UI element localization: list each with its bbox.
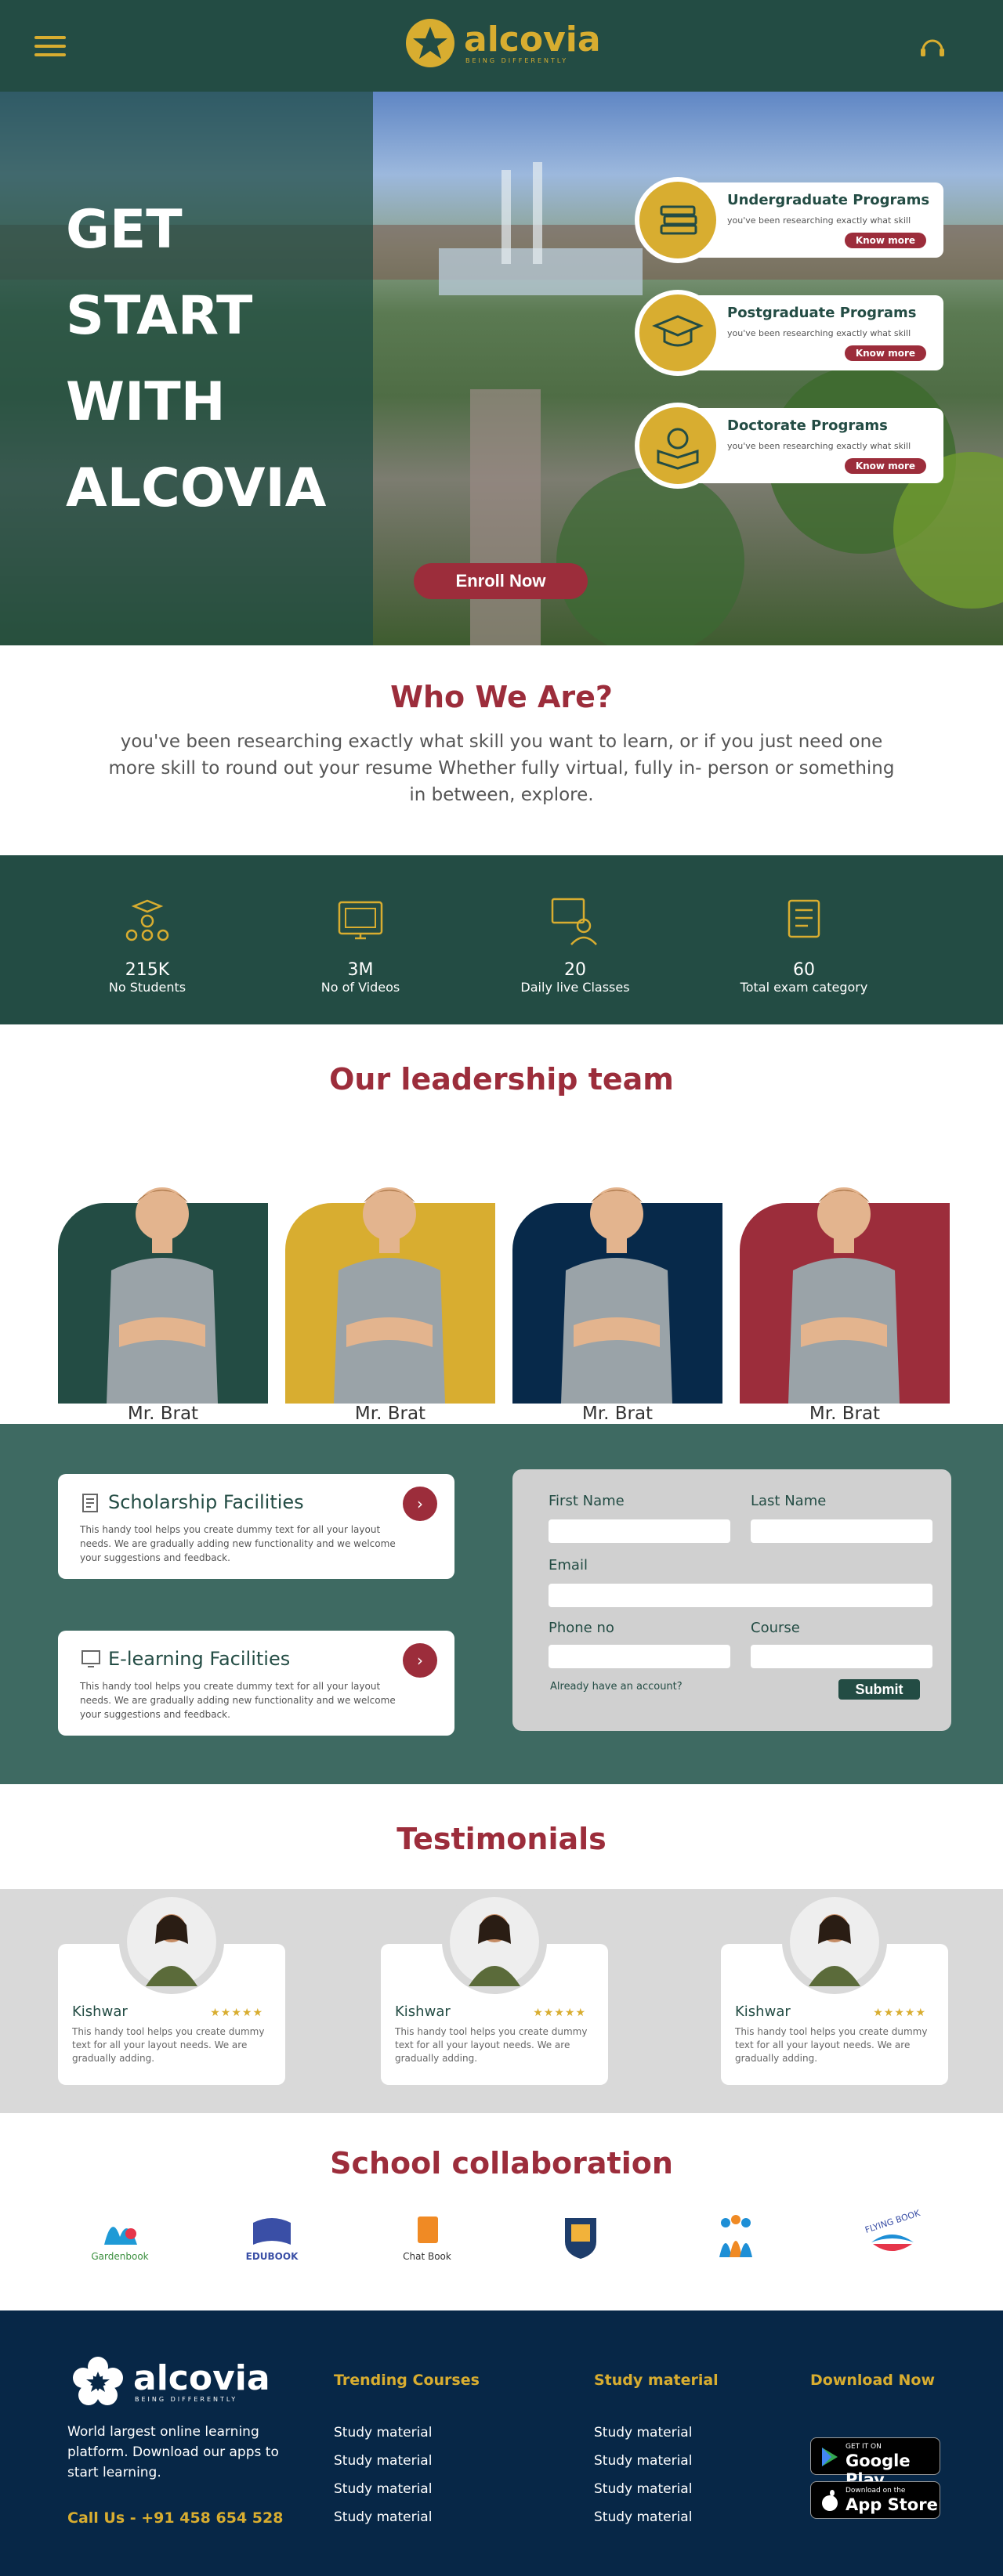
- program-card-doctorate[interactable]: Doctorate Programs you've been researchi…: [682, 408, 943, 483]
- graduation-cap-icon: [635, 290, 721, 376]
- video-monitor-icon: [338, 901, 383, 940]
- program-card-undergraduate[interactable]: Undergraduate Programs you've been resea…: [682, 182, 943, 258]
- footer-link[interactable]: Study material: [594, 2481, 692, 2497]
- submit-button[interactable]: Submit: [838, 1679, 920, 1700]
- testimonial-avatar: [119, 1889, 224, 1994]
- phone-field[interactable]: [549, 1645, 730, 1668]
- who-we-are-section: Who We Are? you've been researching exac…: [0, 645, 1003, 855]
- stat-videos: 3M No of Videos: [266, 894, 454, 995]
- last-name-field[interactable]: [751, 1519, 932, 1543]
- login-link[interactable]: Already have an account?: [550, 1681, 683, 1693]
- stats-section: 215K No Students 3M No of Videos 20 Daily l…: [0, 855, 1003, 1024]
- who-text: you've been researching exactly what ski…: [108, 732, 895, 805]
- team-member-photo: [788, 1187, 900, 1404]
- team-member-card[interactable]: Mr. BratCloud Engineer: [58, 1136, 268, 1446]
- facility-card-elearning[interactable]: E-learning Facilities This handy tool he…: [58, 1631, 454, 1736]
- email-field[interactable]: [549, 1584, 932, 1607]
- star-logo-icon: [406, 19, 454, 67]
- enquiry-form: First Name Last Name Email Phone no Cour…: [512, 1469, 951, 1731]
- google-play-icon: [822, 2448, 838, 2466]
- footer-link[interactable]: Study material: [334, 2453, 432, 2469]
- section-title: Who We Are?: [390, 680, 613, 714]
- hero: GET START WITH ALCOVIA Undergraduate Progra…: [0, 92, 1003, 645]
- team-member-card[interactable]: Mr. BratCloud Engineer: [512, 1136, 722, 1446]
- footer-link[interactable]: Study material: [594, 2509, 692, 2525]
- know-more-button[interactable]: Know more: [844, 345, 926, 361]
- app-store-button[interactable]: Download on the App Store: [810, 2481, 940, 2519]
- testimonial-avatar: [782, 1889, 887, 1994]
- testimonial-avatar: [442, 1889, 547, 1994]
- partner-logo-edubook[interactable]: EDUBOOK: [229, 2213, 315, 2276]
- scholarship-icon: [82, 1494, 98, 1512]
- section-title: Testimonials: [396, 1822, 607, 1856]
- brand-logo[interactable]: alcovia BEING DIFFERENTLY: [404, 17, 601, 69]
- stat-live-classes: 20 Daily live Classes: [481, 894, 669, 995]
- stat-students: 215K No Students: [53, 894, 241, 995]
- partner-logo-shield[interactable]: [538, 2213, 624, 2276]
- partner-logo-gardenbook[interactable]: Gardenbook: [77, 2213, 163, 2276]
- program-card-postgraduate[interactable]: Postgraduate Programs you've been resear…: [682, 295, 943, 370]
- footer-link[interactable]: Study material: [334, 2509, 432, 2525]
- arrow-right-button[interactable]: ›: [403, 1643, 437, 1678]
- partner-logo-chatbook[interactable]: Chat Book: [384, 2213, 470, 2276]
- testimonials-section: Testimonials Kishwar ★★★★★ This handy tool…: [0, 1784, 1003, 2113]
- facility-card-scholarship[interactable]: Scholarship Facilities This handy tool h…: [58, 1474, 454, 1579]
- team-member-photo: [107, 1187, 218, 1404]
- footer-logo[interactable]: alcovia BEING DIFFERENTLY: [71, 2354, 270, 2409]
- call-us[interactable]: Call Us - +91 458 654 528: [67, 2509, 283, 2527]
- section-title: Our leadership team: [329, 1062, 674, 1097]
- leadership-section: Our leadership team Mr. BratCloud Engine…: [0, 1024, 1003, 1446]
- team-member-photo: [334, 1187, 445, 1404]
- apple-icon: [822, 2490, 838, 2511]
- footer: alcovia BEING DIFFERENTLY World largest o…: [0, 2310, 1003, 2576]
- team-member-card[interactable]: Mr. BratCloud Engineer: [285, 1136, 495, 1446]
- rating-stars: ★★★★★: [873, 2007, 926, 2019]
- hero-headline: GET START WITH ALCOVIA: [66, 199, 327, 519]
- footer-link[interactable]: Study material: [594, 2425, 692, 2441]
- section-title: School collaboration: [330, 2146, 673, 2180]
- header: alcovia BEING DIFFERENTLY: [0, 0, 1003, 92]
- partner-logo-flyingbook[interactable]: FLYING BOOK: [849, 2208, 936, 2276]
- facilities-section: Scholarship Facilities This handy tool h…: [0, 1424, 1003, 1784]
- team-member-photo: [561, 1187, 672, 1404]
- headset-icon[interactable]: [917, 31, 948, 63]
- first-name-field[interactable]: [549, 1519, 730, 1543]
- students-icon: [125, 899, 169, 941]
- enroll-now-button[interactable]: Enroll Now: [414, 563, 588, 599]
- exam-icon: [788, 899, 820, 938]
- footer-description: World largest online learning platform. …: [67, 2424, 279, 2480]
- rating-stars: ★★★★★: [210, 2007, 263, 2019]
- course-field[interactable]: [751, 1645, 932, 1668]
- footer-link[interactable]: Study material: [334, 2481, 432, 2497]
- menu-icon[interactable]: [34, 36, 66, 56]
- flower-logo-icon: [73, 2357, 123, 2405]
- footer-link[interactable]: Study material: [594, 2453, 692, 2469]
- know-more-button[interactable]: Know more: [844, 458, 926, 474]
- stat-exam-category: 60 Total exam category: [710, 894, 898, 995]
- partner-logo-people[interactable]: [693, 2213, 779, 2276]
- team-member-card[interactable]: Mr. BratCloud Engineer: [740, 1136, 950, 1446]
- collaboration-section: School collaboration Gardenbook EDUBOOK …: [0, 2113, 1003, 2310]
- elearning-icon: [81, 1650, 100, 1667]
- google-play-button[interactable]: GET IT ON Google Play: [810, 2437, 940, 2489]
- books-icon: [635, 177, 721, 263]
- know-more-button[interactable]: Know more: [844, 233, 926, 248]
- rating-stars: ★★★★★: [533, 2007, 586, 2019]
- lightbulb-book-icon: [635, 403, 721, 489]
- arrow-right-button[interactable]: ›: [403, 1487, 437, 1521]
- footer-link[interactable]: Study material: [334, 2425, 432, 2441]
- live-class-icon: [551, 898, 597, 945]
